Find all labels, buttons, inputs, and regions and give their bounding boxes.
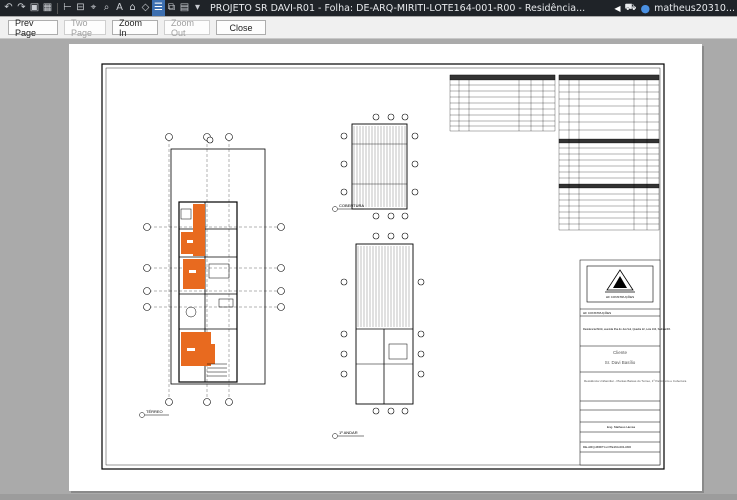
3d-view-icon[interactable]: ⌂ (126, 0, 139, 16)
client-label: Cliente (613, 350, 628, 355)
project-description: Residência Unifamiliar - Plantas Baixas … (584, 379, 687, 383)
section-icon[interactable]: ◇ (139, 0, 152, 16)
highlight-area (183, 259, 205, 289)
print-icon[interactable]: ▣ (28, 0, 41, 16)
schedule-table-2 (558, 74, 660, 231)
chevron-left-icon[interactable]: ◀ (614, 4, 620, 13)
highlight-area (181, 332, 211, 366)
redo-icon[interactable]: ↷ (15, 0, 28, 16)
user-icon[interactable]: ● (640, 2, 650, 15)
first-floor-plan (340, 232, 425, 415)
view-label-1-andar: 1º ANDAR (332, 430, 364, 439)
binoculars-icon[interactable]: ⛟ (625, 2, 637, 14)
project-address: Residencial Miriti, avenida Ilha do Juá … (583, 327, 670, 331)
bottom-scroll-area (0, 494, 737, 500)
customize-icon[interactable]: ▾ (191, 0, 204, 16)
view-label-terreo: TÉRREO (139, 409, 169, 418)
title-bar: ↶ ↷ ▣ ▦ ⊢ ⊟ ⌖ ⌕ A ⌂ ◇ ☰ ⧉ ▤ ▾ PROJETO SR… (0, 0, 737, 16)
sheet-code: DE-ARQ-MIRITI-LOTE164-001-R00 (583, 445, 631, 449)
view-title-1-andar: 1º ANDAR (339, 430, 358, 435)
thin-lines-icon[interactable]: ☰ (152, 0, 165, 16)
prev-page-button[interactable]: Prev Page (8, 18, 58, 38)
view-label-cobertura: COBERTURA (332, 203, 364, 212)
close-button[interactable]: Close (216, 20, 266, 35)
switch-windows-icon[interactable]: ▤ (178, 0, 191, 16)
window-title: PROJETO SR DAVI-R01 - Folha: DE-ARQ-MIRI… (210, 2, 586, 14)
user-name[interactable]: matheus20310... (654, 3, 735, 14)
close-hidden-icon[interactable]: ⧉ (165, 0, 178, 16)
measure-icon[interactable]: ⊢ (61, 0, 74, 16)
preview-page[interactable]: TÉRREO COBERTURA 1º ANDAR HF CONSTRUÇÕES… (69, 44, 702, 491)
roof-hatch (353, 126, 406, 207)
view-title-cobertura: COBERTURA (339, 203, 364, 208)
drawing-sheet: TÉRREO COBERTURA 1º ANDAR HF CONSTRUÇÕES… (101, 63, 687, 470)
designer-name: Eng. Matheus Hensa (607, 425, 635, 429)
zoom-in-button[interactable]: Zoom In (112, 18, 158, 38)
save-icon[interactable]: ▦ (41, 0, 54, 16)
undo-icon[interactable]: ↶ (2, 0, 15, 16)
dimension-icon[interactable]: ⊟ (74, 0, 87, 16)
ground-floor-plan (143, 133, 285, 406)
company-name: HF CONSTRUÇÕES (583, 310, 611, 315)
separator (57, 2, 58, 14)
first-floor-roof-hatch (357, 246, 410, 327)
logo-text: HF CONSTRUÇÕES (606, 294, 634, 299)
text-icon[interactable]: A (113, 0, 126, 16)
client-name: Sr. Davi Basílio (605, 360, 636, 365)
two-page-button[interactable]: Two Page (64, 18, 106, 38)
zoom-out-button[interactable]: Zoom Out (164, 18, 210, 38)
tag-icon[interactable]: ⌕ (100, 0, 113, 16)
view-title-terreo: TÉRREO (146, 409, 163, 414)
spot-icon[interactable]: ⌖ (87, 0, 100, 16)
quick-access-toolbar: ↶ ↷ ▣ ▦ ⊢ ⊟ ⌖ ⌕ A ⌂ ◇ ☰ ⧉ ▤ ▾ (0, 0, 204, 16)
schedule-table-1 (449, 74, 556, 132)
highlight-area (209, 344, 215, 364)
print-preview-toolbar: Prev Page Two Page Zoom In Zoom Out Clos… (0, 17, 737, 39)
